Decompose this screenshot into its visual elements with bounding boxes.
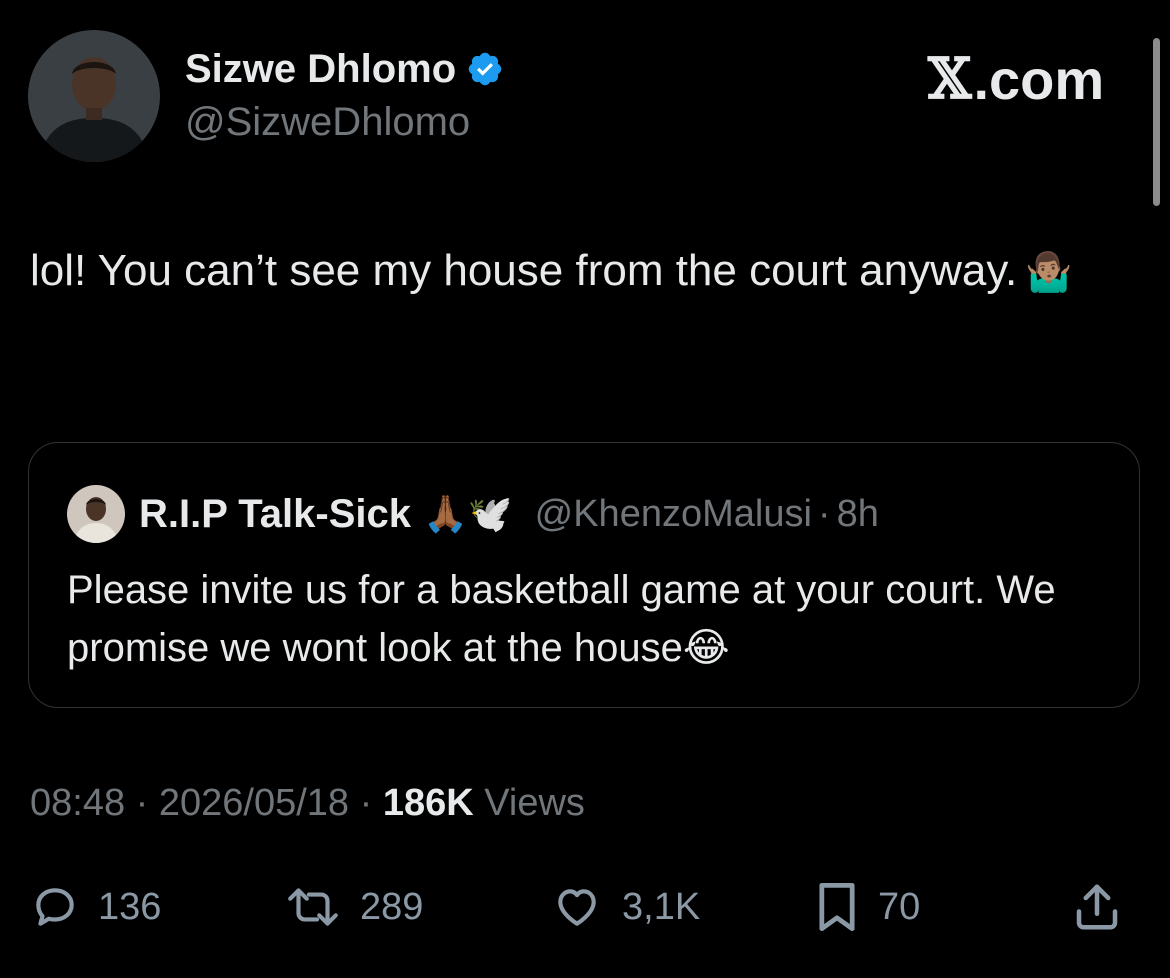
views-count: 186K [382,782,474,824]
meta-separator: · [125,782,159,824]
quoted-separator: · [817,492,831,535]
reply-icon [30,882,80,932]
tweet-meta: 08:48 · 2026/05/18 · 186K Views [30,782,585,825]
retweet-icon [284,882,342,932]
tweet-text: lol! You can’t see my house from the cou… [30,240,1130,304]
retweet-count: 289 [360,885,424,928]
brand-suffix: .com [973,47,1105,111]
scrollbar[interactable] [1153,38,1160,206]
tweet-body: lol! You can’t see my house from the cou… [30,246,1018,295]
like-count: 3,1K [622,885,701,928]
quoted-author-avatar [67,485,125,543]
quoted-display-name: R.I.P Talk-Sick [139,491,411,536]
share-button[interactable] [1070,878,1124,936]
quoted-timestamp: 8h [836,492,879,535]
author-name-row: Sizwe Dhlomo [185,44,504,94]
brand-logo: 𝕏 .com [928,44,1104,114]
like-button[interactable]: 3,1K [550,878,700,936]
author-avatar[interactable] [28,30,160,162]
bookmark-icon [814,881,860,933]
shrug-emoji-icon: 🤷🏽‍♂️ [1025,252,1073,294]
bookmark-count: 70 [878,885,921,928]
share-icon [1070,880,1124,934]
quoted-tweet-card[interactable]: R.I.P Talk-Sick 🙏🏾🕊️ @KhenzoMalusi · 8h … [28,442,1140,708]
tweet-time[interactable]: 08:48 [30,782,125,824]
reply-count: 136 [98,885,162,928]
quoted-tweet-header: R.I.P Talk-Sick 🙏🏾🕊️ @KhenzoMalusi · 8h [139,485,879,543]
praying-hands-dove-emoji-icon: 🙏🏾🕊️ [422,493,513,534]
quoted-handle: @KhenzoMalusi [534,492,812,535]
verified-badge-icon [466,50,504,88]
author-handle[interactable]: @SizweDhlomo [185,100,470,145]
reply-button[interactable]: 136 [30,878,161,936]
quoted-tweet-text: Please invite us for a basketball game a… [67,568,1056,670]
tweet-date[interactable]: 2026/05/18 [159,782,349,824]
views-label: Views [473,782,585,824]
bookmark-button[interactable]: 70 [814,878,920,936]
heart-icon [550,882,604,932]
retweet-button[interactable]: 289 [284,878,423,936]
x-logo-icon: 𝕏 [928,46,972,112]
author-display-name[interactable]: Sizwe Dhlomo [185,47,456,92]
meta-separator: · [349,782,383,824]
